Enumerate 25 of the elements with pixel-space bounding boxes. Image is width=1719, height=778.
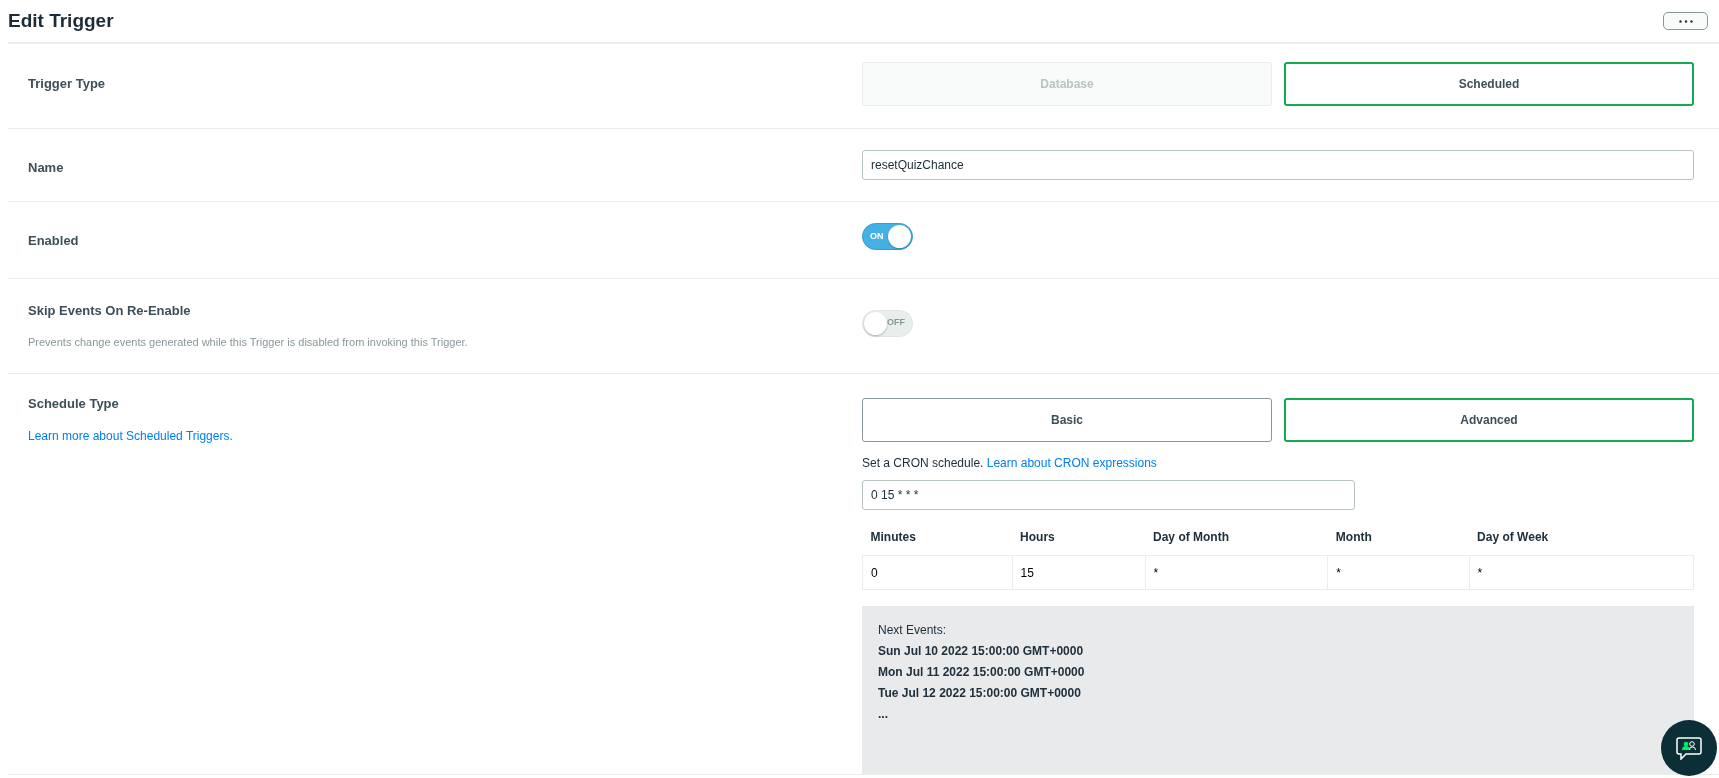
learn-more-link[interactable]: Learn more about Scheduled Triggers. bbox=[28, 429, 233, 443]
event-time: Sun Jul 10 2022 15:00:00 GMT+0000 bbox=[878, 643, 1085, 660]
event-time: Mon Jul 11 2022 15:00:00 GMT+0000 bbox=[878, 664, 1086, 681]
field-label: Name bbox=[28, 159, 65, 177]
segment-tab[interactable]: Scheduled bbox=[1284, 62, 1694, 106]
more-events: ... bbox=[878, 706, 889, 723]
field-description: Prevents change events generated while this Trigger is disabled from invoking this Trigger. bbox=[28, 335, 469, 350]
cron-hint: Set a CRON schedule. Learn about CRON expressions bbox=[862, 454, 1158, 472]
field-label: Skip Events On Re-Enable bbox=[28, 301, 192, 320]
event-time: Tue Jul 12 2022 15:00:00 GMT+0000 bbox=[878, 685, 1082, 702]
cron-input[interactable]: 0 15 * * * bbox=[862, 479, 1355, 510]
field-label: Enabled bbox=[28, 232, 80, 250]
column-header: Minutes bbox=[862, 519, 1013, 556]
column-header: Hours bbox=[1012, 519, 1146, 556]
column-header: Day of Week bbox=[1469, 519, 1694, 556]
name-input[interactable]: resetQuizChance bbox=[862, 150, 1694, 180]
field-label: Schedule Type bbox=[28, 394, 120, 413]
field-label: Trigger Type bbox=[28, 75, 107, 93]
column-header: Month bbox=[1327, 519, 1470, 556]
segment-tab[interactable]: Advanced bbox=[1284, 397, 1694, 442]
column-header: Day of Month bbox=[1145, 519, 1328, 556]
segment-tab[interactable]: Basic bbox=[862, 397, 1272, 442]
page-title: Edit Trigger bbox=[8, 9, 114, 33]
cron-help-link[interactable]: Learn about CRON expressions bbox=[986, 455, 1157, 470]
next-events-label: Next Events: bbox=[878, 622, 948, 639]
